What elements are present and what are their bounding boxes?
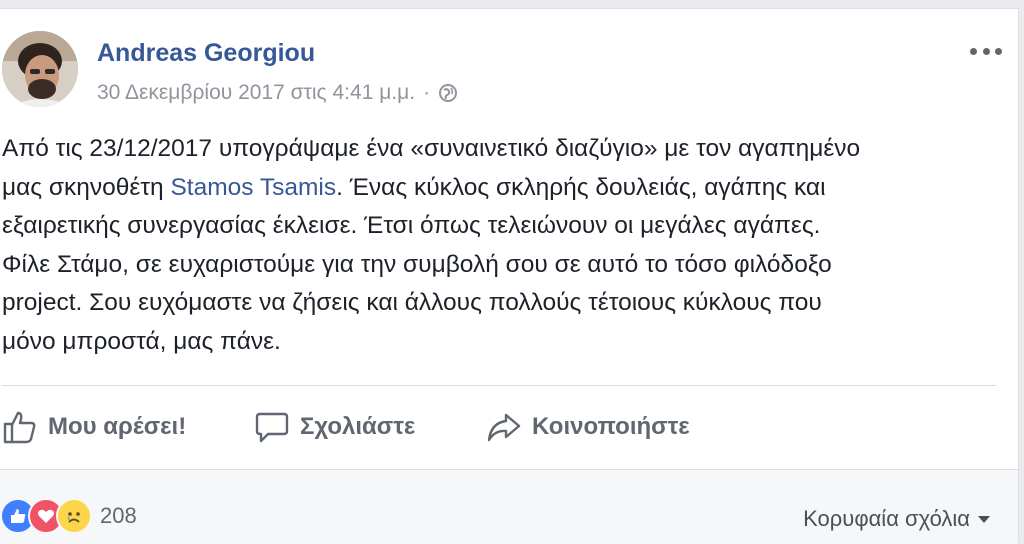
mention-link[interactable]: Stamos Tsamis bbox=[170, 174, 336, 201]
post-body-text: μας σκηνοθέτη bbox=[2, 173, 171, 201]
more-options-icon[interactable] bbox=[970, 39, 1002, 63]
avatar[interactable] bbox=[2, 31, 78, 107]
thumbs-up-icon bbox=[2, 409, 38, 445]
comment-sort-label: Κορυφαία σχόλια bbox=[803, 506, 970, 531]
action-bar: Μου αρέσει! Σχολιάστε Κοινοποιήστε bbox=[0, 405, 1010, 455]
post-body-line: Φίλε Στάμο, σε ευχαριστούμε για την συμβ… bbox=[2, 250, 832, 278]
share-label: Κοινοποιήστε bbox=[532, 413, 690, 440]
sad-reaction-icon bbox=[56, 498, 92, 534]
reaction-summary[interactable]: 208 bbox=[0, 498, 137, 534]
post-body-line: μόνο μπροστά, μας πάνε. bbox=[2, 327, 281, 355]
like-label: Μου αρέσει! bbox=[48, 413, 187, 440]
comment-sort-dropdown[interactable]: Κορυφαία σχόλια bbox=[803, 506, 990, 532]
post-body-line: project. Σου ευχόμαστε να ζήσεις και άλλ… bbox=[2, 289, 822, 316]
reaction-count[interactable]: 208 bbox=[100, 503, 137, 529]
post-body-line: Από τις 23/12/2017 υπογράψαμε ένα «συναι… bbox=[2, 135, 861, 162]
comment-button[interactable]: Σχολιάστε bbox=[254, 405, 415, 449]
post-body: Από τις 23/12/2017 υπογράψαμε ένα «συναι… bbox=[2, 130, 1002, 361]
post-body-line: μας σκηνοθέτη Stamos Tsamis. Ένας κύκλος… bbox=[2, 169, 1002, 208]
feed-post: Andreas Georgiou 30 Δεκεμβρίου 2017 στις… bbox=[0, 8, 1019, 544]
post-timestamp[interactable]: 30 Δεκεμβρίου 2017 στις 4:41 μ.μ. bbox=[97, 81, 415, 105]
like-button[interactable]: Μου αρέσει! bbox=[2, 405, 186, 449]
share-button[interactable]: Κοινοποιήστε bbox=[486, 405, 690, 449]
post-body-line: εξαιρετικής συνεργασίας έκλεισε. Έτσι όπ… bbox=[2, 212, 821, 239]
divider bbox=[2, 385, 996, 386]
post-body-text: . Ένας κύκλος σκληρής δουλειάς, αγάπης κ… bbox=[336, 173, 826, 201]
globe-icon[interactable] bbox=[438, 83, 458, 103]
caret-down-icon bbox=[978, 515, 990, 523]
comment-icon bbox=[254, 409, 290, 445]
meta-separator: · bbox=[423, 81, 431, 104]
reactions-bar: 208 Κορυφαία σχόλια bbox=[0, 469, 1018, 544]
post-meta: 30 Δεκεμβρίου 2017 στις 4:41 μ.μ. · bbox=[97, 81, 458, 105]
author-name[interactable]: Andreas Georgiou bbox=[97, 39, 315, 68]
avatar-photo bbox=[2, 31, 78, 107]
share-icon bbox=[486, 409, 522, 445]
comment-label: Σχολιάστε bbox=[300, 413, 416, 440]
